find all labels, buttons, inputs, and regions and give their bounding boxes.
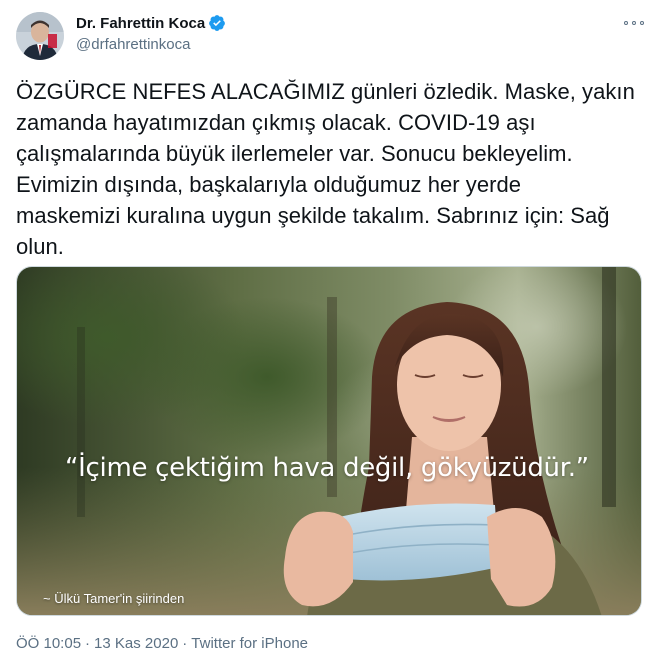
name-row: Dr. Fahrettin Koca — [76, 14, 226, 32]
avatar[interactable] — [16, 12, 64, 60]
tweet-source[interactable]: Twitter for iPhone — [191, 635, 308, 652]
tweet-time[interactable]: ÖÖ 10:05 — [16, 635, 81, 652]
tweet-meta: ÖÖ 10:05 · 13 Kas 2020 · Twitter for iPh… — [16, 635, 308, 652]
verified-badge-icon — [208, 14, 226, 32]
tweet-media-image[interactable]: “İçime çektiğim hava değil, gökyüzüdür.”… — [16, 266, 642, 616]
tweet-text-line: ÖZGÜRCE NEFES ALACAĞIMIZ günleri özledik… — [16, 79, 635, 104]
tweet-text-line: çalışmalarında büyük ilerlemeler var. So… — [16, 141, 573, 166]
meta-separator: · — [85, 635, 91, 652]
tweet-text-line: Evimizin dışında, başkalarıyla olduğumuz… — [16, 172, 522, 197]
meta-separator: · — [182, 635, 188, 652]
handle[interactable]: @drfahrettinkoca — [76, 36, 190, 53]
image-quote: “İçime çektiğim hava değil, gökyüzüdür.” — [65, 453, 589, 483]
photo-illustration — [17, 267, 641, 615]
tweet-text-line: zamanda hayatımızdan çıkmış olacak. COVI… — [16, 110, 536, 135]
more-options-icon[interactable] — [624, 16, 644, 30]
display-name[interactable]: Dr. Fahrettin Koca — [76, 15, 205, 32]
tweet-text-line: maskemizi kuralına uygun şekilde takalım… — [16, 203, 610, 228]
image-credit: ~ Ülkü Tamer'in şiirinden — [43, 591, 185, 606]
tweet: Dr. Fahrettin Koca @drfahrettinkoca ÖZGÜ… — [0, 0, 660, 668]
tweet-text: ÖZGÜRCE NEFES ALACAĞIMIZ günleri özledik… — [16, 76, 646, 262]
tweet-date[interactable]: 13 Kas 2020 — [94, 635, 178, 652]
tweet-text-line: olun. — [16, 234, 64, 259]
